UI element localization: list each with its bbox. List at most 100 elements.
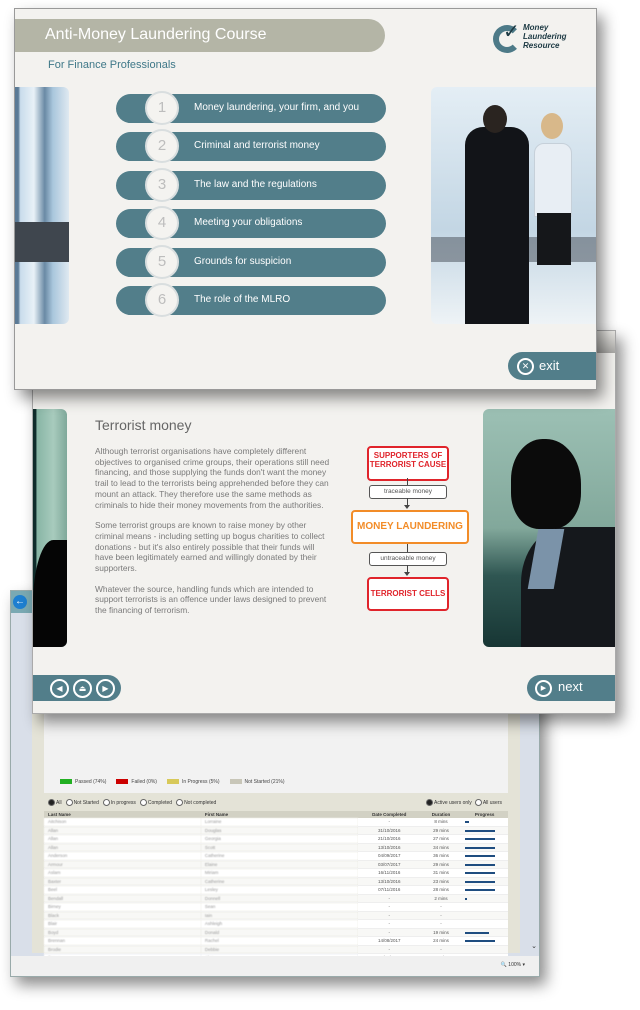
left-photo bbox=[33, 409, 67, 647]
date-completed: - bbox=[357, 911, 421, 920]
module-label: Criminal and terrorist money bbox=[194, 140, 320, 152]
progress-cell bbox=[461, 919, 508, 929]
table-row[interactable]: Baxter Catherine 13/10/2016 23 mins bbox=[44, 877, 508, 886]
duration: - bbox=[420, 911, 462, 920]
last-name: Bendall bbox=[44, 894, 201, 903]
progress-cell bbox=[461, 877, 508, 886]
status-bar: ⌄ 🔍 100% ▾ bbox=[11, 943, 539, 976]
table-row[interactable]: Allan Georgia 21/10/2016 27 mins bbox=[44, 834, 508, 844]
last-name: Black bbox=[44, 911, 201, 920]
progress-cell bbox=[461, 851, 508, 861]
next-label: next bbox=[558, 679, 583, 694]
progress-cell bbox=[461, 936, 508, 946]
last-name: Allan bbox=[44, 826, 201, 835]
progress-cell bbox=[461, 902, 508, 912]
circle-x-icon: ✕ bbox=[517, 358, 534, 375]
table-row[interactable]: Blair Ashleigh - - bbox=[44, 919, 508, 929]
table-row[interactable]: Anderson Catherine 04/09/2017 36 mins bbox=[44, 851, 508, 861]
previous-button[interactable]: ◀ bbox=[50, 679, 69, 698]
table-row[interactable]: Armour Elaine 03/07/2017 29 mins bbox=[44, 860, 508, 869]
first-name: Donnell bbox=[200, 894, 358, 903]
progress-cell bbox=[461, 894, 508, 903]
exit-button[interactable]: ✕ exit bbox=[508, 352, 596, 380]
date-completed: 31/10/2016 bbox=[357, 826, 421, 835]
table-row[interactable]: Brennan Rachel 14/08/2017 24 mins bbox=[44, 936, 508, 946]
last-name: Allan bbox=[44, 834, 201, 844]
table-row[interactable]: Allan Scott 13/10/2016 34 mins bbox=[44, 843, 508, 852]
table-row[interactable]: Allan Douglas 31/10/2016 29 mins bbox=[44, 826, 508, 835]
date-completed: 16/11/2016 bbox=[357, 868, 421, 878]
exit-label: exit bbox=[539, 358, 560, 373]
module-number: 5 bbox=[145, 244, 179, 279]
play-button[interactable]: ▶ bbox=[96, 679, 115, 698]
module-item-4[interactable]: 4 Meeting your obligations bbox=[116, 206, 386, 241]
table-row[interactable]: Birney Sean - - bbox=[44, 902, 508, 912]
mlr-logo: ✓ Money Laundering Resource bbox=[493, 21, 583, 65]
home-button[interactable]: ⏏ bbox=[73, 679, 92, 698]
date-completed: - bbox=[357, 894, 421, 903]
flow-step-traceable: traceable money bbox=[369, 485, 447, 499]
module-number: 2 bbox=[145, 129, 179, 164]
table-row[interactable]: Aslam Miriam 16/11/2016 31 mins bbox=[44, 868, 508, 878]
paragraph: Although terrorist organisations have co… bbox=[95, 446, 330, 510]
progress-cell bbox=[461, 818, 508, 827]
date-completed: - bbox=[357, 945, 421, 954]
date-completed: 07/11/2016 bbox=[357, 885, 421, 895]
filter-radio-not-started[interactable]: Not Started bbox=[65, 799, 99, 806]
module-item-5[interactable]: 5 Grounds for suspicion bbox=[116, 244, 386, 279]
scroll-down-icon[interactable]: ⌄ bbox=[531, 942, 537, 950]
back-arrow-icon[interactable]: ← bbox=[13, 595, 27, 609]
last-name: Baxter bbox=[44, 877, 201, 886]
module-item-6[interactable]: 6 The role of the MLRO bbox=[116, 282, 386, 317]
module-item-1[interactable]: 1 Money laundering, your firm, and you bbox=[116, 91, 386, 125]
scope-radio-all-users[interactable]: All users bbox=[474, 799, 502, 806]
table-row[interactable]: Boyd Donald - 19 mins bbox=[44, 928, 508, 937]
flow-source-box: SUPPORTERS OF TERRORIST CAUSE bbox=[367, 446, 449, 481]
first-name: Georgia bbox=[200, 834, 358, 844]
last-name: Aslam bbox=[44, 868, 201, 878]
table-row[interactable]: Black Iain - - bbox=[44, 911, 508, 920]
progress-cell bbox=[461, 928, 508, 937]
duration: 34 mins bbox=[420, 843, 462, 852]
column-header[interactable]: First Name bbox=[200, 811, 358, 818]
left-photo bbox=[15, 87, 69, 324]
arrow-down-icon bbox=[404, 505, 410, 509]
scope-radio-active-users-only[interactable]: Active users only bbox=[426, 799, 472, 806]
slide-body-text: Although terrorist organisations have co… bbox=[95, 446, 331, 626]
filter-radio-in-progress[interactable]: In progress bbox=[102, 799, 136, 806]
duration: 28 mins bbox=[420, 885, 462, 895]
legend-item: Not Started (21%) bbox=[229, 779, 285, 785]
column-header[interactable]: Date Completed bbox=[357, 811, 421, 818]
next-button[interactable]: ▶ next bbox=[527, 675, 615, 701]
module-number: 1 bbox=[145, 91, 179, 125]
legend-item: Failed (0%) bbox=[116, 779, 157, 785]
progress-cell bbox=[461, 834, 508, 844]
last-name: Brodie bbox=[44, 945, 201, 954]
filter-radio-all[interactable]: All bbox=[48, 799, 62, 806]
table-row[interactable]: Bendall Donnell - 2 mins bbox=[44, 894, 508, 903]
first-name: Debbie bbox=[200, 945, 358, 954]
first-name: Elaine bbox=[200, 860, 358, 869]
date-completed: 21/10/2016 bbox=[357, 834, 421, 844]
progress-cell bbox=[461, 860, 508, 869]
first-name: Ashleigh bbox=[200, 919, 358, 929]
table-row[interactable]: Beel Lesley 07/11/2016 28 mins bbox=[44, 885, 508, 895]
filter-radio-not-completed[interactable]: Not completed bbox=[176, 799, 216, 806]
table-row[interactable]: Brodie Debbie - - bbox=[44, 945, 508, 954]
table-row[interactable]: Aitchison Lorraine - 8 mins bbox=[44, 818, 508, 827]
column-header[interactable]: Duration bbox=[420, 811, 462, 818]
module-item-3[interactable]: 3 The law and the regulations bbox=[116, 167, 386, 202]
date-completed: - bbox=[357, 928, 421, 937]
column-header[interactable]: Progress bbox=[461, 811, 508, 818]
module-item-2[interactable]: 2 Criminal and terrorist money bbox=[116, 129, 386, 164]
progress-bar bbox=[465, 872, 496, 875]
silhouette-photo bbox=[483, 409, 615, 647]
zoom-control[interactable]: 🔍 100% ▾ bbox=[501, 962, 525, 968]
progress-bar bbox=[465, 940, 496, 943]
first-name: Lorraine bbox=[200, 818, 358, 827]
slide-nav-controls: ◀ ⏏ ▶ bbox=[33, 675, 121, 701]
last-name: Boyd bbox=[44, 928, 201, 937]
progress-cell bbox=[461, 945, 508, 954]
filter-radio-completed[interactable]: Completed bbox=[139, 799, 172, 806]
column-header[interactable]: Last Name bbox=[44, 811, 201, 818]
